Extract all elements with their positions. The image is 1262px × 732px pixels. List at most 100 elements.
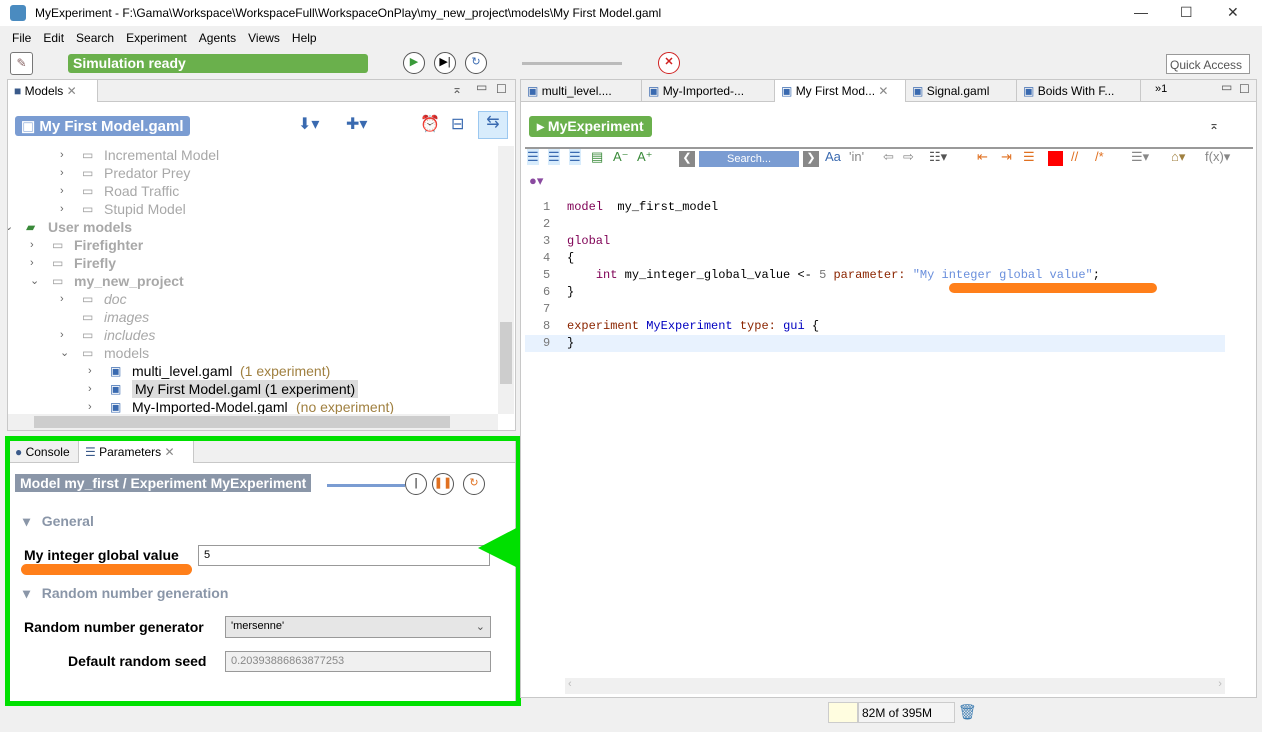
expand-chevron-icon[interactable]: › [60,200,64,218]
play-button[interactable]: ▶ [403,52,425,74]
section-general[interactable]: ▾ General [23,513,94,530]
editor-tab[interactable]: ▣ Boids With F... [1017,80,1141,102]
search-next-icon[interactable]: ❯ [803,151,819,167]
forward-icon[interactable]: ⇨ [903,149,914,165]
expand-chevron-icon[interactable]: ⌄ [60,344,69,362]
view-menu-icon[interactable]: ⌅ [452,82,462,96]
minimize-button[interactable]: — [1134,4,1148,20]
import-icon[interactable]: ⬇▾ [298,114,319,134]
add-icon[interactable]: ✚▾ [346,114,367,134]
editor-tab[interactable]: ▣ multi_level.... [521,80,642,102]
menu-agents[interactable]: Agents [199,31,236,45]
function-icon[interactable]: f(x)▾ [1205,149,1230,165]
editor-tab[interactable]: ▣ Signal.gaml [906,80,1017,102]
folder-icon: ▭ [82,202,94,216]
color-icon[interactable] [1048,151,1063,166]
menu-help[interactable]: Help [292,31,317,45]
maximize-icon[interactable]: ☐ [1239,82,1250,96]
align-icon[interactable]: ☰ [1023,149,1035,165]
search-previous-icon[interactable]: ❮ [679,151,695,167]
font-increase-icon[interactable]: A⁺ [637,149,653,165]
font-decrease-icon[interactable]: A⁻ [613,149,629,165]
param-value-input[interactable]: 5 [198,545,490,566]
outline-icon[interactable]: ☷▾ [929,149,947,165]
comment-line-icon[interactable]: // [1071,149,1078,164]
close-simulation-icon[interactable]: ✕ [658,52,680,74]
expand-chevron-icon[interactable]: ⌄ [30,272,39,290]
view-menu-icon[interactable]: ⌅ [1209,118,1219,132]
mark-occurrences-icon[interactable]: ☰ [569,149,581,165]
expand-chevron-icon[interactable]: › [60,164,64,182]
line-numbers-icon[interactable]: ☰ [527,149,539,165]
seed-input[interactable]: 0.20393886863877253 [225,651,491,672]
link-editor-toggle[interactable]: ⇆ [478,111,508,139]
garbage-collect-icon[interactable]: 🗑 [958,703,977,721]
current-model-label[interactable]: ▣ My First Model.gaml [15,116,190,136]
close-button[interactable]: ✕ [1227,4,1239,21]
shift-left-icon[interactable]: ⇤ [977,149,988,165]
expand-chevron-icon[interactable]: › [60,146,64,164]
expand-chevron-icon[interactable]: ⌄ [8,218,13,236]
shift-right-icon[interactable]: ⇥ [1001,149,1012,165]
menu-experiment[interactable]: Experiment [126,31,187,45]
comment-block-icon[interactable]: /* [1095,149,1104,164]
search-input[interactable]: Search... [699,151,799,167]
alarm-icon[interactable]: ⏰ [420,114,440,134]
back-icon[interactable]: ⇦ [883,149,894,165]
close-icon[interactable]: ✕ [67,84,77,98]
tab-models[interactable]: ■ Models ✕ [8,80,98,102]
whole-word-icon[interactable]: 'in' [849,149,864,164]
reload-experiment-button[interactable]: ↻ [463,473,485,495]
editor-horizontal-scrollbar[interactable]: ‹ › [565,678,1225,694]
close-icon[interactable]: ✕ [164,445,174,459]
expand-chevron-icon[interactable]: › [88,398,92,414]
rng-select[interactable]: 'mersenne' ⌄ [225,616,491,638]
collapse-icon[interactable]: ⊟ [451,114,464,134]
reload-button[interactable]: ↻ [465,52,487,74]
tab-parameters[interactable]: ☰ Parameters ✕ [79,441,194,463]
expand-chevron-icon[interactable]: › [60,290,64,308]
format-icon[interactable]: ▤ [591,149,603,165]
annotation-underline [21,564,192,575]
expand-chevron-icon[interactable]: › [88,380,92,398]
maximize-icon[interactable]: ☐ [496,82,507,96]
maximize-button[interactable]: ☐ [1180,4,1193,21]
folding-icon[interactable]: ☰ [548,149,560,165]
expand-chevron-icon[interactable]: › [30,254,34,272]
library-icon[interactable]: ⌂▾ [1171,149,1185,165]
expand-chevron-icon[interactable]: › [88,362,92,380]
expand-chevron-icon[interactable]: › [30,236,34,254]
insert-icon[interactable]: ☰▾ [1131,149,1149,165]
horizontal-scrollbar[interactable] [8,414,498,430]
model-tree[interactable]: › ▭ Incremental Model › ▭ Predator Prey › ▭ Road… [8,146,498,414]
vertical-scrollbar[interactable] [498,146,514,414]
menu-search[interactable]: Search [76,31,114,45]
close-icon[interactable]: ✕ [878,84,888,98]
minimize-icon[interactable]: ▭ [476,80,487,94]
code-editor[interactable]: 1 model my_first_model 2 3 global 4{5 int my_… [525,195,1245,675]
run-experiment-button[interactable]: ▸ MyExperiment [529,116,652,137]
quick-access-input[interactable]: Quick Access [1166,54,1250,74]
tabs-overflow[interactable]: »1 [1155,83,1167,95]
step-button[interactable]: ▶| [434,52,456,74]
tab-console[interactable]: ● Console [9,441,79,463]
menu-file[interactable]: File [12,31,31,45]
editor-tab[interactable]: ▣ My First Mod... ✕ [775,80,906,102]
section-label: General [41,513,94,529]
menu-edit[interactable]: Edit [43,31,64,45]
speed-slider[interactable] [522,62,622,65]
pause-button[interactable]: ❚❚ [432,473,454,495]
expand-chevron-icon[interactable]: › [60,326,64,344]
edit-pencil-icon[interactable]: ✎ [10,52,33,75]
stop-button[interactable]: | [405,473,427,495]
section-random[interactable]: ▾ Random number generation [23,585,228,602]
folder-icon: ▭ [82,310,94,324]
case-sensitive-icon[interactable]: Aa [825,149,841,164]
status-indicator [828,702,858,723]
editor-tab[interactable]: ▣ My-Imported-... [642,80,775,102]
menu-views[interactable]: Views [248,31,280,45]
expand-chevron-icon[interactable]: › [60,182,64,200]
minimize-icon[interactable]: ▭ [1221,80,1232,94]
code-token: } [567,285,575,299]
color-palette-icon[interactable]: ●▾ [529,173,543,189]
